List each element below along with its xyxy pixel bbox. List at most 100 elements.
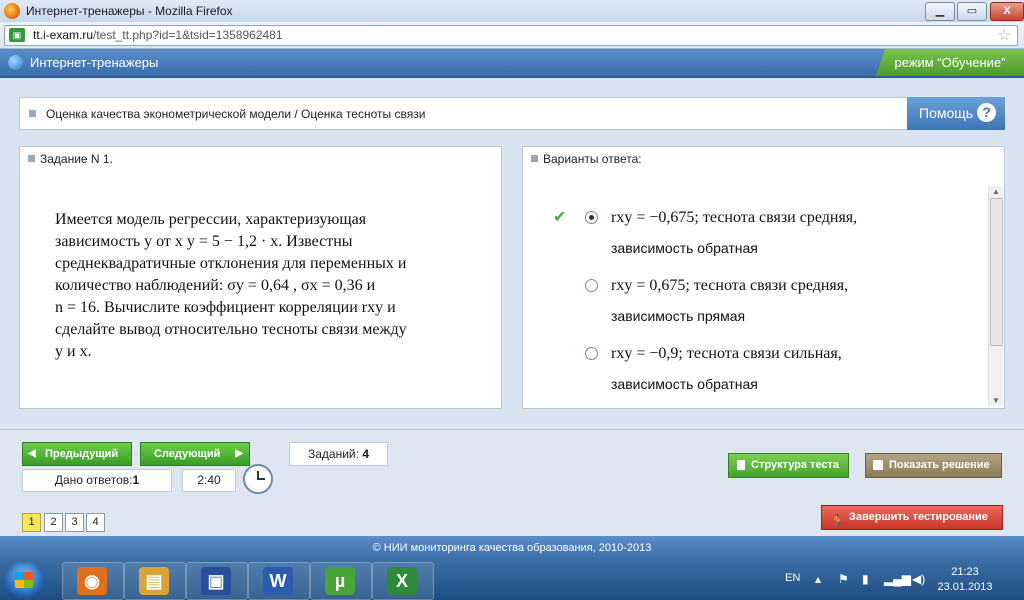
scroll-down-icon[interactable]: ▼ — [992, 396, 1000, 405]
firefox-icon: ◉ — [77, 567, 107, 595]
arrow-right-icon: ▶ — [235, 448, 243, 459]
answers-panel: Варианты ответа: ✔ rxy = −0,675; теснота… — [522, 146, 1005, 409]
next-button[interactable]: Следующий ▶ — [140, 442, 250, 466]
navigation-toolbar: ▣ tt.i-exam.ru/test_tt.php?id=1&tsid=135… — [0, 22, 1024, 49]
window-title: Интернет-тренажеры - Mozilla Firefox — [26, 4, 233, 18]
scroll-up-icon[interactable]: ▲ — [992, 187, 1000, 196]
answer-formula: rxy = 0,675; теснота связи средняя, — [611, 277, 849, 294]
task-line: количество наблюдений: σy = 0,64 , σx = … — [55, 277, 376, 294]
page-button-4[interactable]: 4 — [86, 513, 105, 532]
task-line: y и x. — [55, 343, 92, 360]
answers-title: Варианты ответа: — [543, 152, 642, 166]
answer-conclusion: зависимость прямая — [611, 308, 746, 324]
save-icon: ▣ — [201, 567, 231, 595]
windows-logo-icon — [15, 572, 33, 588]
bookmark-star-icon[interactable]: ☆ — [998, 26, 1011, 44]
runner-icon: 🏃 — [830, 514, 845, 528]
bullet-square-icon — [28, 155, 35, 162]
help-label: Помощь — [919, 105, 974, 121]
test-structure-button[interactable]: Структура теста — [728, 453, 849, 478]
timer: 2:40 — [182, 469, 236, 492]
minimize-button[interactable]: ▁ — [925, 2, 955, 21]
app-title: Интернет-тренажеры — [30, 55, 159, 70]
taskbar-explorer[interactable]: ▤ — [124, 562, 186, 600]
taskbar-firefox[interactable]: ◉ — [62, 562, 124, 600]
finish-label: Завершить тестирование — [849, 511, 988, 523]
system-clock[interactable]: 21:23 23.01.2013 — [930, 565, 1000, 595]
signal-icon[interactable]: ▂▄▆ — [884, 572, 911, 586]
answer-text: rxy = 0,675; теснота связи средняя, зави… — [611, 270, 981, 332]
firefox-icon — [4, 3, 20, 19]
task-line: зависимость y от x y = 5 − 1,2 · x. Изве… — [55, 233, 353, 250]
answer-conclusion: зависимость обратная — [611, 376, 758, 392]
close-button[interactable]: X — [990, 2, 1024, 21]
bullet-square-icon — [29, 110, 36, 117]
task-number: Задание N 1. — [40, 152, 113, 166]
windows-taskbar: ◉ ▤ ▣ W µ X EN ▴ ⚑ ▮ ▂▄▆ ◀) 21:23 23.01.… — [0, 560, 1024, 600]
window-titlebar: Интернет-тренажеры - Mozilla Firefox ▁ ▭… — [0, 0, 1024, 22]
app-header: Интернет-тренажеры режим “Обучение” — [0, 49, 1024, 78]
answer-formula: rxy = −0,675; теснота связи средняя, — [611, 209, 858, 226]
taskbar-utorrent[interactable]: µ — [310, 562, 372, 600]
answers-header: Варианты ответа: — [523, 147, 1004, 169]
battery-icon[interactable]: ▮ — [862, 572, 869, 586]
tasks-count-box: Заданий: 4 — [289, 442, 388, 466]
word-icon: W — [263, 567, 293, 595]
clock-hand — [257, 478, 265, 480]
url-field[interactable]: ▣ tt.i-exam.ru/test_tt.php?id=1&tsid=135… — [4, 25, 1018, 46]
answer-conclusion: зависимость обратная — [611, 240, 758, 256]
tasks-count: 4 — [362, 447, 369, 461]
checkmark-icon: ✔ — [553, 209, 567, 226]
task-header: Задание N 1. — [20, 147, 501, 169]
url-host: tt.i-exam.ru — [33, 28, 94, 42]
tray-arrow-icon[interactable]: ▴ — [815, 572, 821, 586]
previous-label: Предыдущий — [45, 448, 119, 460]
url-text: tt.i-exam.ru/test_tt.php?id=1&tsid=13589… — [33, 28, 283, 42]
structure-icon — [737, 460, 745, 470]
clock-time: 21:23 — [951, 566, 979, 578]
taskbar-word[interactable]: W — [248, 562, 310, 600]
maximize-button[interactable]: ▭ — [957, 2, 987, 21]
task-line: Имеется модель регрессии, характеризующа… — [55, 211, 367, 228]
answered-label: Дано ответов: — [54, 473, 133, 487]
task-line: n = 16. Вычислите коэффициент корреляции… — [55, 299, 396, 316]
radio-button[interactable] — [585, 347, 598, 360]
radio-button[interactable] — [585, 279, 598, 292]
help-button[interactable]: Помощь ? — [907, 97, 1005, 130]
next-label: Следующий — [154, 448, 221, 460]
language-indicator[interactable]: EN — [785, 572, 800, 584]
network-warning-icon[interactable]: ⚑ — [838, 572, 849, 586]
answered-count: 1 — [132, 473, 140, 487]
utorrent-icon: µ — [325, 567, 355, 595]
task-line: среднеквадратичные отклонения для переме… — [55, 255, 407, 272]
taskbar-excel[interactable]: X — [372, 562, 434, 600]
finish-test-button[interactable]: 🏃 Завершить тестирование — [821, 505, 1003, 530]
previous-button[interactable]: ◀ Предыдущий — [22, 442, 132, 466]
answer-text: rxy = −0,9; теснота связи сильная, завис… — [611, 338, 981, 400]
show-solution-button[interactable]: Показать решение — [865, 453, 1002, 478]
page-button-1[interactable]: 1 — [22, 513, 41, 532]
start-button[interactable] — [4, 562, 44, 598]
site-favicon-icon: ▣ — [9, 28, 25, 42]
page-button-3[interactable]: 3 — [65, 513, 84, 532]
answers-scrollbar[interactable]: ▲ ▼ — [988, 186, 1003, 406]
page-button-2[interactable]: 2 — [44, 513, 63, 532]
scroll-thumb[interactable] — [990, 198, 1003, 346]
help-icon: ? — [977, 103, 996, 122]
book-icon — [873, 460, 883, 470]
answer-text: rxy = −0,675; теснота связи средняя, зав… — [611, 202, 981, 264]
topic-title: Оценка качества эконометрической модели … — [46, 107, 426, 121]
topic-bar: Оценка качества эконометрической модели … — [19, 97, 909, 130]
clock-date: 23.01.2013 — [937, 581, 993, 593]
excel-icon: X — [387, 567, 417, 595]
volume-icon[interactable]: ◀) — [912, 572, 925, 586]
task-panel: Задание N 1. Имеется модель регрессии, х… — [19, 146, 502, 409]
answer-formula: rxy = −0,9; теснота связи сильная, — [611, 345, 842, 362]
answered-count-box: Дано ответов:1 — [22, 469, 172, 492]
bullet-square-icon — [531, 155, 538, 162]
tasks-label: Заданий: — [308, 447, 359, 461]
solution-label: Показать решение — [889, 459, 990, 471]
taskbar-save[interactable]: ▣ — [186, 562, 248, 600]
radio-button[interactable] — [585, 211, 598, 224]
task-line: сделайте вывод относительно тесноты связ… — [55, 321, 407, 338]
